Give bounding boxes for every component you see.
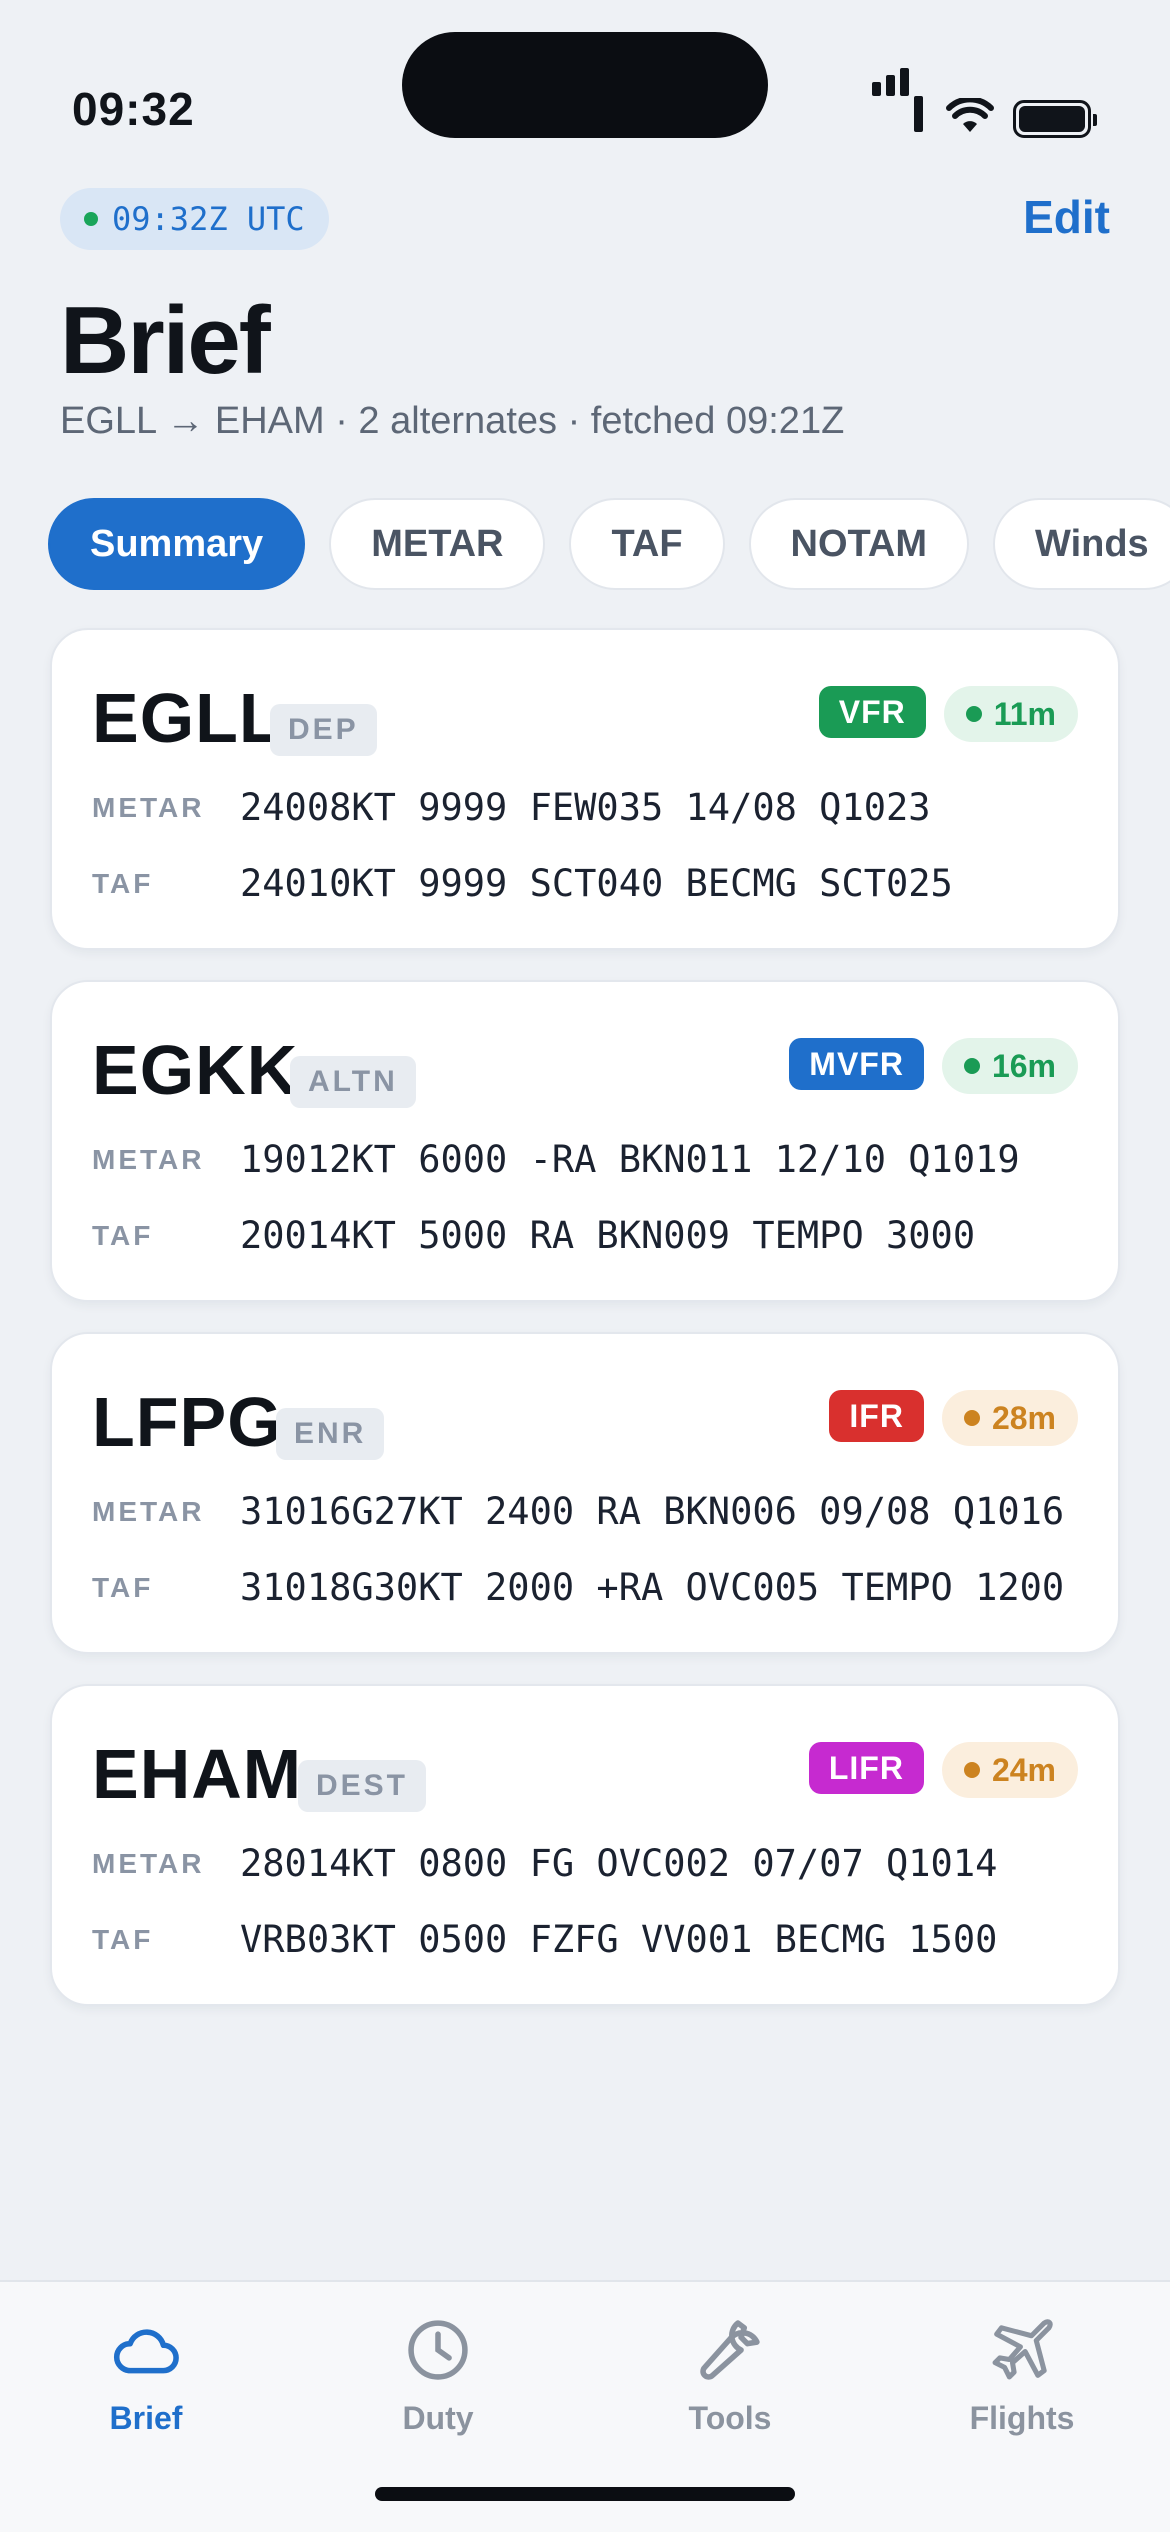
brief-tabs: Summary METAR TAF NOTAM Winds (48, 498, 1170, 590)
tabbar-item-tools[interactable]: Tools (630, 2312, 830, 2437)
station-icao: EGKK (92, 1031, 299, 1109)
plane-icon (992, 2319, 1053, 2380)
taf-label: TAF (92, 867, 154, 899)
status-time: 09:32 (72, 83, 195, 135)
station-role-badge: ALTN (290, 1056, 416, 1108)
age-dot-icon (963, 1410, 980, 1426)
tabbar-label: Flights (969, 2400, 1075, 2436)
station-icao: EGLL (92, 679, 283, 757)
report-age-text: 24m (991, 1751, 1056, 1788)
metar-label: METAR (92, 1495, 205, 1527)
station-icao: EHAM (92, 1735, 303, 1813)
metar-text: 28014KT 0800 FG OVC002 07/07 Q1014 (240, 1842, 998, 1885)
cloud-icon (113, 2329, 179, 2374)
metar-text: 19012KT 6000 -RA BKN011 12/10 Q1019 (240, 1138, 1020, 1181)
metar-row: METAR 31016G27KT 2400 RA BKN006 09/08 Q1… (92, 1490, 1064, 1533)
tabbar-item-duty[interactable]: Duty (338, 2312, 538, 2437)
station-card-egll[interactable]: EGLL DEP VFR 11m METAR 24008KT 9999 FEW0… (50, 628, 1120, 950)
station-icao: LFPG (92, 1383, 283, 1461)
flight-category-badge: VFR (818, 686, 926, 738)
metar-label: METAR (92, 1847, 205, 1879)
tab-winds[interactable]: Winds (993, 498, 1170, 590)
metar-text: 31016G27KT 2400 RA BKN006 09/08 Q1016 (240, 1490, 1065, 1533)
report-age-text: 28m (991, 1399, 1056, 1436)
status-bar: 09:32 (0, 0, 1170, 170)
taf-row: TAF 31018G30KT 2000 +RA OVC005 TEMPO 120… (92, 1566, 1064, 1609)
metar-label: METAR (92, 791, 205, 823)
wrench-icon (700, 2320, 760, 2380)
metar-text: 24008KT 9999 FEW035 14/08 Q1023 (240, 786, 931, 829)
tab-notam[interactable]: NOTAM (748, 498, 970, 590)
station-role-badge: DEP (270, 704, 377, 756)
live-dot-icon (84, 212, 98, 226)
metar-row: METAR 24008KT 9999 FEW035 14/08 Q1023 (92, 786, 931, 829)
age-dot-icon (965, 706, 982, 722)
report-age-text: 16m (991, 1047, 1056, 1084)
station-role-badge: DEST (298, 1760, 427, 1812)
report-age-badge: 24m (941, 1742, 1078, 1798)
taf-row: TAF 20014KT 5000 RA BKN009 TEMPO 3000 (92, 1214, 975, 1257)
route-subtitle: EGLL → EHAM · 2 alternates · fetched 09:… (60, 400, 845, 442)
taf-label: TAF (92, 1571, 154, 1603)
taf-row: TAF 24010KT 9999 SCT040 BECMG SCT025 (92, 862, 953, 905)
tabbar-label: Tools (688, 2400, 772, 2436)
metar-row: METAR 19012KT 6000 -RA BKN011 12/10 Q101… (92, 1138, 1020, 1181)
tabbar-item-brief[interactable]: Brief (46, 2312, 246, 2437)
utc-clock-text: 09:32Z UTC (112, 200, 305, 238)
edit-button[interactable]: Edit (1023, 190, 1110, 244)
taf-text: 20014KT 5000 RA BKN009 TEMPO 3000 (240, 1214, 976, 1257)
metar-row: METAR 28014KT 0800 FG OVC002 07/07 Q1014 (92, 1842, 997, 1885)
station-list: EGLL DEP VFR 11m METAR 24008KT 9999 FEW0… (50, 628, 1120, 2036)
station-card-eham[interactable]: EHAM DEST LIFR 24m METAR 28014KT 0800 FG… (50, 1684, 1120, 2006)
taf-text: 31018G30KT 2000 +RA OVC005 TEMPO 1200 (240, 1566, 1065, 1609)
taf-label: TAF (92, 1219, 154, 1251)
report-age-text: 11m (993, 695, 1056, 732)
flight-category-badge: LIFR (808, 1742, 924, 1794)
wifi-icon (946, 98, 994, 132)
tab-summary[interactable]: Summary (48, 498, 306, 590)
tab-metar[interactable]: METAR (329, 498, 546, 590)
utc-clock-pill: 09:32Z UTC (60, 188, 329, 250)
age-dot-icon (963, 1058, 980, 1074)
metar-label: METAR (92, 1143, 205, 1175)
station-card-egkk[interactable]: EGKK ALTN MVFR 16m METAR 19012KT 6000 -R… (50, 980, 1120, 1302)
taf-text: 24010KT 9999 SCT040 BECMG SCT025 (240, 862, 953, 905)
tab-taf[interactable]: TAF (569, 498, 725, 590)
page-title: Brief (60, 287, 271, 394)
taf-label: TAF (92, 1923, 154, 1955)
report-age-badge: 28m (941, 1390, 1078, 1446)
taf-row: TAF VRB03KT 0500 FZFG VV001 BECMG 1500 (92, 1918, 997, 1961)
report-age-badge: 11m (943, 686, 1078, 742)
flight-category-badge: IFR (829, 1390, 924, 1442)
tabbar-label: Duty (402, 2400, 474, 2436)
tabbar-label: Brief (109, 2400, 183, 2436)
dynamic-island (402, 32, 768, 138)
taf-text: VRB03KT 0500 FZFG VV001 BECMG 1500 (240, 1918, 998, 1961)
flight-category-badge: MVFR (789, 1038, 924, 1090)
home-indicator (375, 2487, 795, 2501)
report-age-badge: 16m (941, 1038, 1078, 1094)
station-role-badge: ENR (276, 1408, 385, 1460)
age-dot-icon (963, 1762, 980, 1778)
station-card-lfpg[interactable]: LFPG ENR IFR 28m METAR 31016G27KT 2400 R… (50, 1332, 1120, 1654)
battery-icon (1013, 100, 1097, 138)
clock-icon (408, 2320, 468, 2380)
tabbar-item-flights[interactable]: Flights (922, 2312, 1122, 2437)
